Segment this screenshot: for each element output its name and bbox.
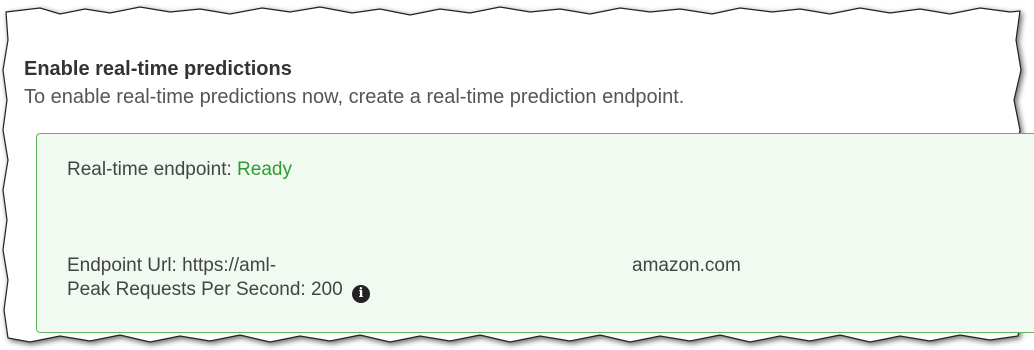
realtime-predictions-panel: Enable real-time predictions To enable r… (24, 56, 1034, 110)
endpoint-url-row: Endpoint Url: https://aml- amazon.com (67, 254, 967, 278)
section-description: To enable real-time predictions now, cre… (24, 86, 685, 108)
endpoint-status-value: Ready (237, 159, 292, 180)
peak-rps-row: Peak Requests Per Second: 200 i (67, 278, 370, 303)
peak-rps-value: 200 (310, 279, 343, 300)
endpoint-status-label: Real-time endpoint: (67, 159, 232, 180)
endpoint-url-prefix[interactable]: https://aml- (182, 255, 276, 276)
endpoint-status-row: Real-time endpoint: Ready (67, 158, 292, 182)
peak-rps-label: Peak Requests Per Second: (67, 279, 306, 300)
endpoint-url-suffix[interactable]: amazon.com (632, 254, 741, 278)
info-circle-icon[interactable]: i (351, 285, 370, 303)
endpoint-url-label: Endpoint Url: (67, 255, 177, 276)
endpoint-status-box: Real-time endpoint: Ready Endpoint Url: … (36, 133, 1034, 333)
section-title: Enable real-time predictions (24, 58, 292, 80)
